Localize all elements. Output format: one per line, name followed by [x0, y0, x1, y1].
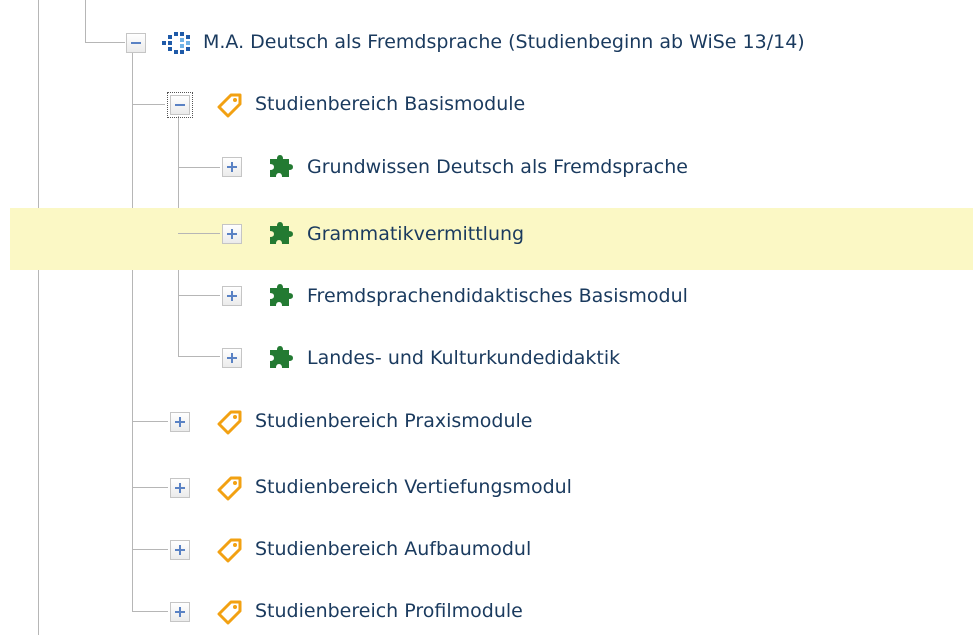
- tree-connector: [132, 421, 168, 422]
- expand-button[interactable]: [222, 157, 242, 177]
- tree-connector: [132, 549, 168, 550]
- tree-node-label[interactable]: Grundwissen Deutsch als Fremdsprache: [307, 154, 688, 180]
- collapse-button[interactable]: [167, 92, 193, 118]
- puzzle-icon: [267, 282, 295, 310]
- expand-button[interactable]: [170, 412, 190, 432]
- plus-icon: [175, 417, 185, 427]
- minus-icon: [131, 42, 141, 44]
- plus-icon: [227, 229, 237, 239]
- tree-node-label[interactable]: Landes- und Kulturkundedidaktik: [307, 345, 620, 371]
- tag-icon: [216, 91, 244, 119]
- puzzle-icon: [267, 153, 295, 181]
- plus-icon: [227, 162, 237, 172]
- tree-node-label[interactable]: Fremdsprachendidaktisches Basismodul: [307, 283, 688, 309]
- plus-icon: [227, 291, 237, 301]
- expand-button[interactable]: [222, 348, 242, 368]
- puzzle-icon: [267, 344, 295, 372]
- plus-icon: [175, 545, 185, 555]
- expand-button[interactable]: [222, 286, 242, 306]
- tree-connector: [132, 104, 165, 105]
- tree-connector: [178, 356, 220, 357]
- plus-icon: [227, 353, 237, 363]
- tree-connector: [132, 611, 168, 612]
- minus-icon: [175, 104, 185, 106]
- expand-button[interactable]: [170, 540, 190, 560]
- tree-node-label[interactable]: Studienbereich Vertiefungsmodul: [255, 474, 572, 500]
- tree-node-label[interactable]: M.A. Deutsch als Fremdsprache (Studienbe…: [203, 29, 805, 55]
- tree-node-label[interactable]: Studienbereich Praxismodule: [255, 408, 532, 434]
- tree-guide-line-root: [132, 53, 133, 611]
- expand-button[interactable]: [222, 224, 242, 244]
- tree-connector: [178, 295, 220, 296]
- tag-icon: [216, 536, 244, 564]
- tree-node-label[interactable]: Studienbereich Aufbaumodul: [255, 536, 531, 562]
- tree-guide-line-parent: [85, 0, 86, 42]
- tree-connector: [178, 167, 220, 168]
- collapse-button[interactable]: [126, 33, 146, 53]
- expand-button[interactable]: [170, 478, 190, 498]
- tree-node-label[interactable]: Grammatikvermittlung: [307, 221, 524, 247]
- tag-icon: [216, 474, 244, 502]
- puzzle-icon: [267, 220, 295, 248]
- tree-node-label[interactable]: Studienbereich Basismodule: [255, 91, 525, 117]
- tree-connector-root: [85, 42, 125, 43]
- tag-icon: [216, 598, 244, 626]
- tree-guide-line-outer: [38, 0, 39, 635]
- expand-button[interactable]: [170, 602, 190, 622]
- tag-icon: [216, 408, 244, 436]
- tree-connector: [132, 487, 168, 488]
- tree-connector: [178, 233, 220, 234]
- program-icon: [162, 29, 190, 57]
- tree-node-label[interactable]: Studienbereich Profilmodule: [255, 598, 523, 624]
- plus-icon: [175, 607, 185, 617]
- plus-icon: [175, 483, 185, 493]
